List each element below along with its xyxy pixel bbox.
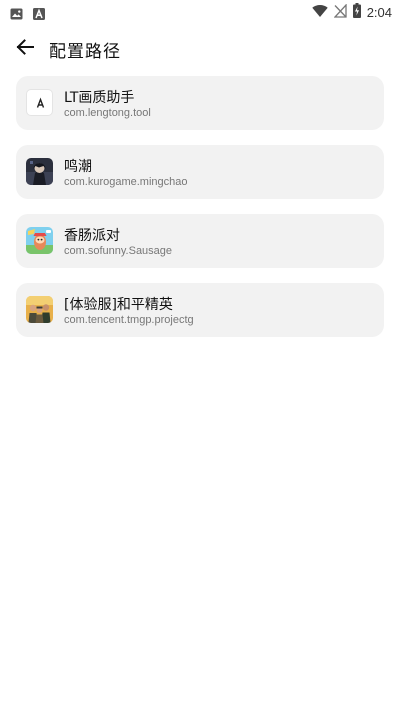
- app-name: [体验服]和平精英: [64, 297, 173, 313]
- app-package: com.tencent.tmgp.projectg: [64, 314, 194, 326]
- sausage-app-icon: [26, 227, 53, 254]
- wifi-icon: [311, 3, 328, 22]
- app-card-lt-tool[interactable]: LT画质助手 com.lengtong.tool: [16, 76, 384, 130]
- lt-app-icon: [26, 89, 53, 116]
- app-package: com.lengtong.tool: [64, 107, 151, 119]
- mingchao-app-icon: [26, 158, 53, 185]
- pubg-app-icon: [26, 296, 53, 323]
- app-package: com.sofunny.Sausage: [64, 245, 173, 257]
- arrow-left-icon: [16, 39, 34, 59]
- status-bar: 2:04: [0, 0, 400, 24]
- app-package: com.kurogame.mingchao: [64, 176, 188, 188]
- status-bar-right: 2:04: [311, 3, 392, 22]
- screen: 2:04 配置路径 LT画质助手 com.lengtong.tool 鸣潮 co…: [0, 0, 400, 711]
- a-letter-icon: [33, 5, 45, 24]
- status-time: 2:04: [366, 5, 392, 20]
- app-card-sausage-party[interactable]: 香肠派对 com.sofunny.Sausage: [16, 214, 384, 268]
- app-name: 鸣潮: [64, 159, 92, 175]
- page-title: 配置路径: [49, 42, 121, 62]
- app-bar: 配置路径: [0, 24, 400, 74]
- battery-charging-icon: [352, 3, 361, 22]
- gallery-icon: [10, 5, 23, 24]
- app-card-mingchao[interactable]: 鸣潮 com.kurogame.mingchao: [16, 145, 384, 199]
- app-list: LT画质助手 com.lengtong.tool 鸣潮 com.kurogame…: [16, 76, 384, 352]
- status-bar-left: [10, 5, 45, 24]
- back-button[interactable]: [10, 34, 40, 64]
- app-name: 香肠派对: [64, 228, 120, 244]
- app-name: LT画质助手: [64, 90, 135, 106]
- app-card-peace-elite-test[interactable]: [体验服]和平精英 com.tencent.tmgp.projectg: [16, 283, 384, 337]
- no-signal-icon: [333, 3, 347, 22]
